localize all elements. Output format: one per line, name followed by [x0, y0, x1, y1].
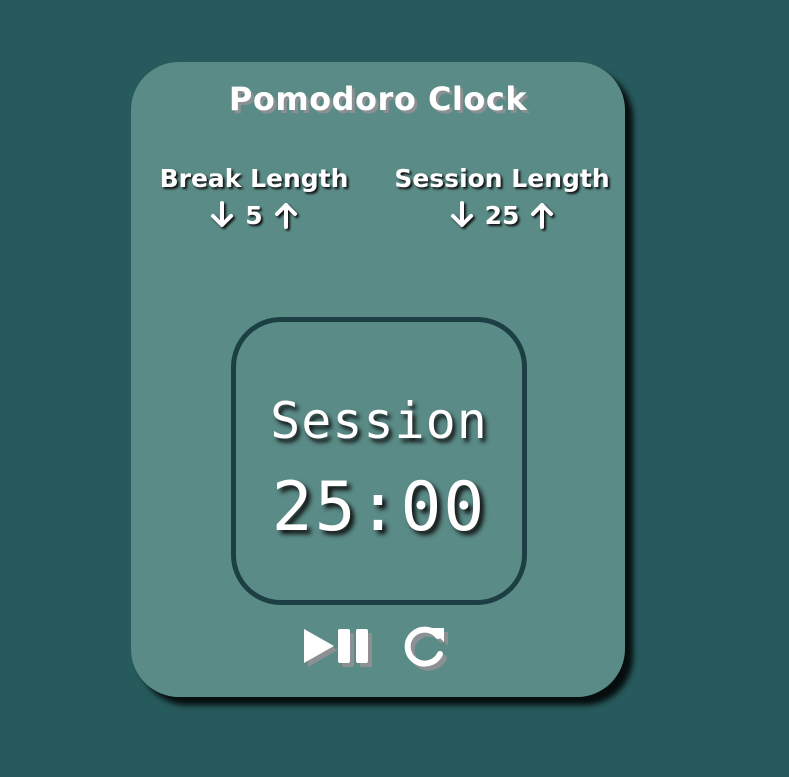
session-length-label: Session Length [394, 164, 610, 193]
app-title: Pomodoro Clock [228, 80, 528, 118]
break-length-value: 5 [245, 200, 263, 230]
arrow-down-icon [450, 201, 473, 227]
arrow-down-icon [211, 201, 234, 227]
play-pause-icon [304, 629, 372, 667]
break-length-controls: 5 [139, 196, 369, 234]
arrow-up-icon [531, 203, 554, 229]
session-length-value: 25 [484, 200, 520, 230]
break-length-panel: Break Length 5 [139, 162, 369, 234]
session-length-controls: 25 [387, 196, 617, 234]
timer-time: 25:00 [271, 468, 487, 547]
arrow-up-icon [274, 203, 297, 229]
session-length-panel: Session Length 25 [387, 162, 617, 234]
play-pause-button[interactable] [302, 625, 380, 673]
session-increment-button[interactable] [529, 200, 555, 230]
pomodoro-card: Pomodoro Clock Break Length 5 Session Le… [131, 62, 625, 697]
timer-controls [131, 624, 625, 674]
timer-label: Session [270, 392, 488, 450]
session-decrement-button[interactable] [449, 200, 475, 230]
break-length-label: Break Length [159, 164, 349, 193]
timer-display: Session 25:00 [231, 317, 527, 605]
break-increment-button[interactable] [273, 200, 299, 230]
refresh-icon [404, 626, 448, 671]
reset-button[interactable] [402, 624, 454, 674]
break-decrement-button[interactable] [209, 200, 235, 230]
